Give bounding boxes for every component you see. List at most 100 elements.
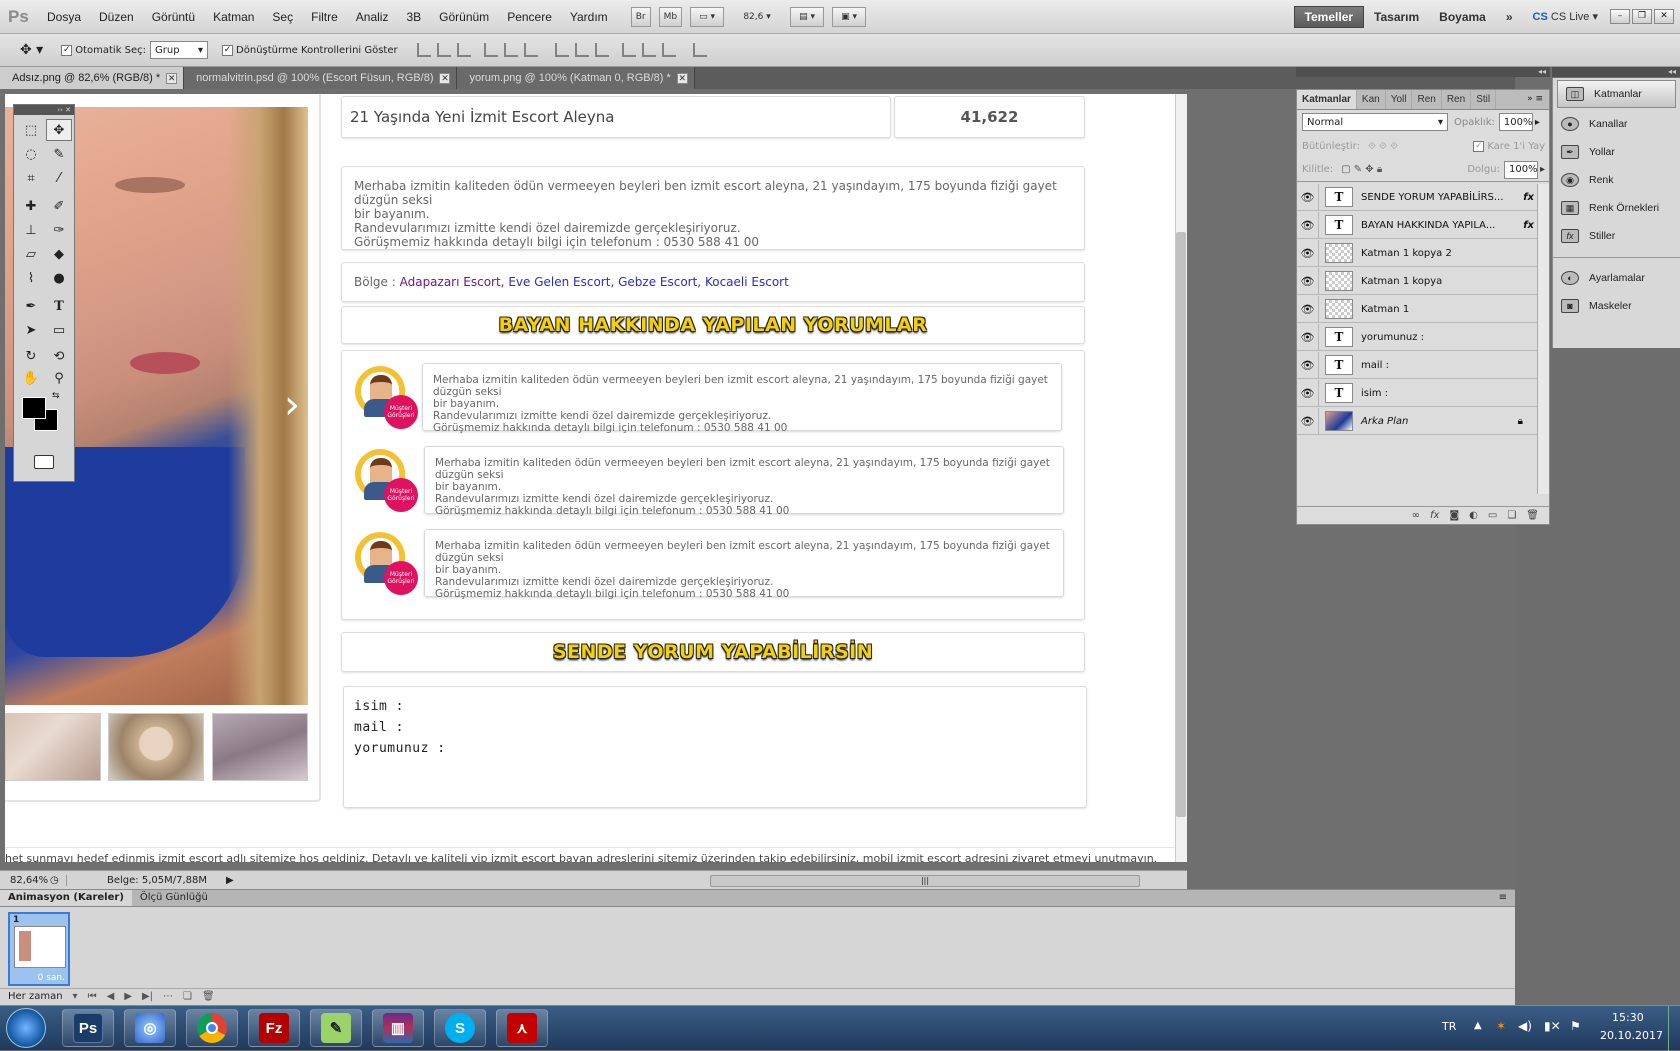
fill-slider-arrow-icon[interactable]: ▸	[1540, 164, 1545, 175]
dock-kanallar[interactable]: ● Kanallar	[1553, 110, 1680, 138]
blend-mode-dropdown[interactable]: Normal ▾	[1302, 113, 1448, 131]
distribute-left-icon[interactable]	[621, 43, 636, 57]
3d-rotate-tool-icon[interactable]: ↻	[18, 345, 44, 367]
marquee-tool-icon[interactable]: ⬚	[18, 119, 44, 141]
visibility-eye-icon[interactable]: 👁︎	[1297, 295, 1319, 323]
panel-collapse-strip[interactable]: ◂◂	[1296, 67, 1550, 77]
tab-animasyon[interactable]: Animasyon (Kareler)	[0, 890, 132, 906]
menu-analiz[interactable]: Analiz	[347, 10, 398, 24]
dock-renk[interactable]: ◉ Renk	[1553, 166, 1680, 194]
fx-icon[interactable]: fx	[1523, 220, 1534, 231]
tab-stiller[interactable]: Stil	[1471, 90, 1497, 109]
distribute-bottom-icon[interactable]	[594, 43, 609, 57]
view-extras-button[interactable]: ▭ ▾	[690, 6, 725, 27]
layer-row[interactable]: 👁︎ Katman 1 kopya	[1297, 267, 1537, 295]
layer-row[interactable]: 👁︎ Katman 1	[1297, 295, 1537, 323]
close-icon[interactable]: ✕	[166, 72, 178, 84]
distribute-hcenter-icon[interactable]	[641, 43, 656, 57]
first-frame-icon[interactable]: ⏮	[88, 991, 97, 1002]
layer-row[interactable]: 👁︎ Katman 1 kopya 2	[1297, 239, 1537, 267]
dock-maskeler[interactable]: ◙ Maskeler	[1553, 292, 1680, 320]
clock-time[interactable]: 15:30	[1612, 1011, 1644, 1024]
animation-frame[interactable]: 1 0 san.	[8, 912, 70, 986]
history-brush-icon[interactable]: ✑	[46, 219, 72, 241]
shape-tool-icon[interactable]: ▭	[46, 319, 72, 341]
arrange-documents-button[interactable]: ▤ ▾	[790, 6, 825, 27]
transform-controls-checkbox[interactable]: ✓ Dönüştürme Kontrollerini Göster	[222, 44, 398, 56]
region-link-gebze[interactable]: Gebze Escort,	[618, 275, 701, 289]
tab-adsiz[interactable]: Adsız.png @ 82,6% (RGB/8) * ✕	[0, 67, 185, 89]
move-tool-icon[interactable]: ✥	[46, 119, 72, 141]
visibility-eye-icon[interactable]: 👁︎	[1297, 379, 1319, 407]
layer-row[interactable]: 👁︎ Arka Plan 🔒︎	[1297, 407, 1537, 435]
menu-pencere[interactable]: Pencere	[498, 10, 561, 24]
align-vcenter-icon[interactable]	[436, 43, 451, 57]
quick-mask-icon[interactable]	[34, 455, 54, 469]
swap-colors-icon[interactable]: ⇆	[52, 391, 60, 401]
gallery-thumbnail[interactable]	[212, 713, 308, 781]
region-link-eve-gelen[interactable]: Eve Gelen Escort,	[508, 275, 614, 289]
close-icon[interactable]: ✕	[439, 72, 451, 84]
menu-katman[interactable]: Katman	[204, 10, 263, 24]
visibility-eye-icon[interactable]: 👁︎	[1297, 239, 1319, 267]
gallery-thumbnail[interactable]	[108, 713, 204, 781]
dock-collapse-strip[interactable]: ◂◂	[1552, 67, 1680, 77]
zoom-tool-icon[interactable]: ⚲	[46, 367, 72, 389]
maximize-button[interactable]: ❐	[1632, 9, 1652, 24]
3d-orbit-tool-icon[interactable]: ⟲	[46, 345, 72, 367]
dock-yollar[interactable]: ✒ Yollar	[1553, 138, 1680, 166]
gallery-thumbnail[interactable]	[5, 713, 101, 781]
brush-tool-icon[interactable]: ✐	[46, 195, 72, 217]
link-layers-icon[interactable]: ∞	[1412, 510, 1420, 521]
hand-tool-icon[interactable]: ✋	[18, 367, 44, 389]
tab-yorum[interactable]: yorum.png @ 100% (Katman 0, RGB/8) * ✕	[457, 67, 695, 89]
horizontal-scrollbar[interactable]: |||	[710, 874, 1140, 887]
show-desktop-button[interactable]	[1668, 1006, 1680, 1051]
blur-tool-icon[interactable]: ⌇	[18, 267, 44, 289]
panel-menu-icon[interactable]: » ≡	[1521, 90, 1549, 109]
unify-icons[interactable]: ⟐ ⟐ ⟐	[1368, 141, 1398, 152]
prev-frame-icon[interactable]: ◀	[107, 991, 115, 1002]
fx-icon[interactable]: fx	[1523, 192, 1534, 203]
propagate-frame-checkbox[interactable]: ✓ Kare 1'i Yay	[1473, 140, 1545, 152]
dock-katmanlar[interactable]: ◫ Katmanlar	[1557, 80, 1676, 108]
screen-mode-button[interactable]: ▣ ▾	[832, 6, 867, 27]
volume-icon[interactable]: ◀)	[1518, 1019, 1532, 1033]
next-frame-icon[interactable]: ▶|	[142, 991, 153, 1002]
tray-expand-icon[interactable]: ▲	[1474, 1020, 1482, 1031]
menu-filtre[interactable]: Filtre	[302, 10, 347, 24]
menu-yardim[interactable]: Yardım	[561, 10, 617, 24]
duplicate-frame-icon[interactable]: ❏	[183, 991, 192, 1002]
mini-bridge-button[interactable]: Mb	[658, 6, 683, 27]
tween-icon[interactable]: ⋯	[163, 991, 173, 1002]
taskbar-filezilla[interactable]: Fz	[248, 1009, 300, 1047]
layers-scrollbar[interactable]	[1537, 184, 1549, 494]
menu-goruntu[interactable]: Görüntü	[143, 10, 204, 24]
workspace-boyama[interactable]: Boyama	[1429, 7, 1496, 27]
workspace-more-button[interactable]: »	[1496, 7, 1523, 27]
next-arrow-icon[interactable]: ›	[284, 385, 300, 425]
taskbar-skype[interactable]: S	[434, 1009, 486, 1047]
menu-sec[interactable]: Seç	[263, 10, 302, 24]
layer-row[interactable]: 👁︎ T isim :	[1297, 379, 1537, 407]
align-bottom-icon[interactable]	[456, 43, 471, 57]
lasso-tool-icon[interactable]: ◌	[18, 143, 44, 165]
network-icon[interactable]: ▮✕	[1544, 1019, 1561, 1033]
close-window-button[interactable]: ✕	[1654, 9, 1674, 24]
visibility-eye-icon[interactable]: 👁︎	[1297, 351, 1319, 379]
minimize-button[interactable]: –	[1610, 9, 1630, 24]
align-right-icon[interactable]	[523, 43, 538, 57]
distribute-vcenter-icon[interactable]	[574, 43, 589, 57]
menu-duzen[interactable]: Düzen	[90, 10, 143, 24]
zoom-level-select[interactable]: 82,6 ▾	[732, 7, 782, 27]
taskbar-winrar[interactable]: ▥	[372, 1009, 424, 1047]
language-indicator[interactable]: TR	[1442, 1020, 1456, 1033]
action-center-icon[interactable]: ⚑	[1570, 1019, 1581, 1033]
clock-date[interactable]: 20.10.2017	[1600, 1029, 1663, 1042]
tab-renk[interactable]: Ren	[1412, 90, 1442, 109]
workspace-temeller[interactable]: Temeller	[1293, 5, 1365, 28]
close-icon[interactable]: ✕	[676, 72, 688, 84]
path-select-tool-icon[interactable]: ➤	[18, 319, 44, 341]
new-group-icon[interactable]: ▭	[1488, 510, 1497, 521]
layer-row[interactable]: 👁︎ T mail :	[1297, 351, 1537, 379]
